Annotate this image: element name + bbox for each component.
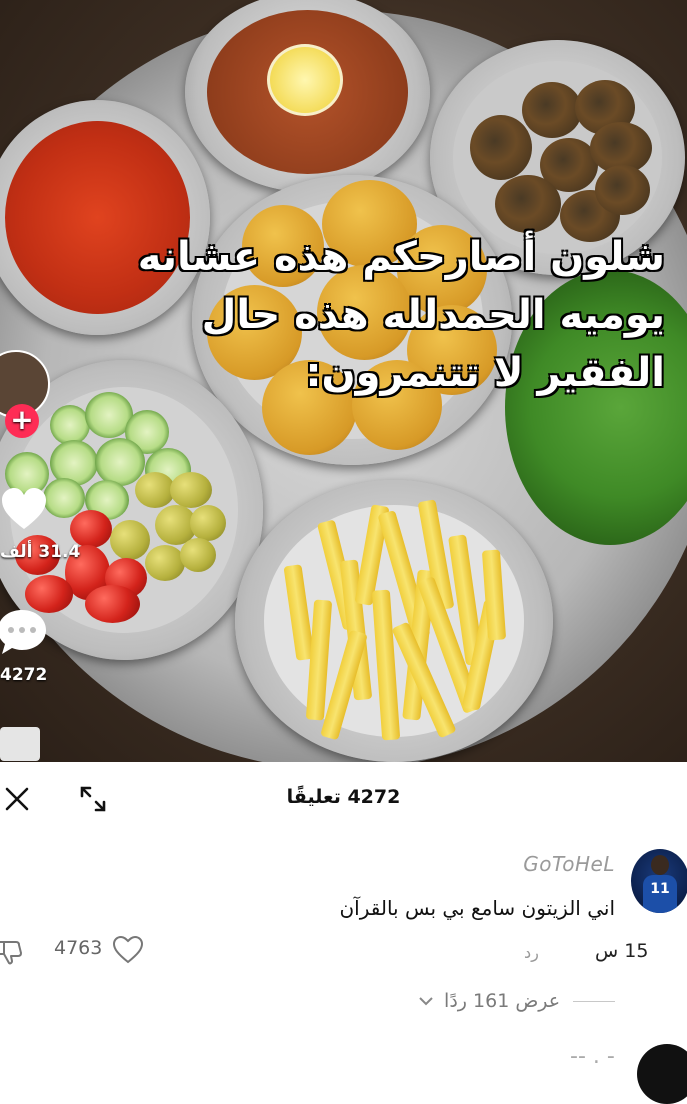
- next-comment-preview: -- . -: [570, 1044, 615, 1069]
- replies-divider: [573, 1001, 615, 1002]
- comment-text: اني الزيتون سامع بي بس بالقرآن: [339, 896, 615, 920]
- next-commenter-avatar[interactable]: [637, 1044, 687, 1104]
- caption-line-3: الفقير لا تتنمرون:: [304, 349, 666, 397]
- video-caption: شلون أصارحكم هذه عشانه يوميه الحمدلله هذ…: [25, 228, 666, 402]
- comment-count: 4272: [0, 665, 48, 685]
- comments-title: 4272 تعليقًا: [286, 786, 401, 808]
- comment-username[interactable]: GoToHeL: [523, 852, 615, 876]
- video-player[interactable]: شلون أصارحكم هذه عشانه يوميه الحمدلله هذ…: [0, 0, 687, 762]
- follow-plus-icon[interactable]: +: [5, 404, 39, 438]
- heart-outline-icon[interactable]: [112, 935, 144, 965]
- chevron-down-icon: [418, 990, 434, 1012]
- comment-like-count: 4763: [54, 937, 103, 959]
- view-replies-label: عرض 161 ردًا: [444, 990, 561, 1012]
- caption-line-1: شلون أصارحكم هذه عشانه: [137, 233, 666, 281]
- soup-bowl-image: [185, 0, 430, 192]
- commenter-avatar[interactable]: 11: [631, 849, 687, 913]
- view-replies-button[interactable]: عرض 161 ردًا: [418, 990, 560, 1012]
- heart-icon[interactable]: [0, 487, 48, 531]
- comment-time: 15 س: [595, 940, 649, 962]
- reply-button[interactable]: رد: [524, 943, 539, 962]
- like-count: 31.4 ألف: [0, 542, 81, 562]
- fries-plate-image: [235, 480, 553, 762]
- comment-bubble-icon[interactable]: [0, 608, 48, 656]
- caption-line-2: يوميه الحمدلله هذه حال: [201, 291, 666, 339]
- dislike-icon[interactable]: [0, 936, 24, 966]
- music-disc[interactable]: [0, 727, 40, 761]
